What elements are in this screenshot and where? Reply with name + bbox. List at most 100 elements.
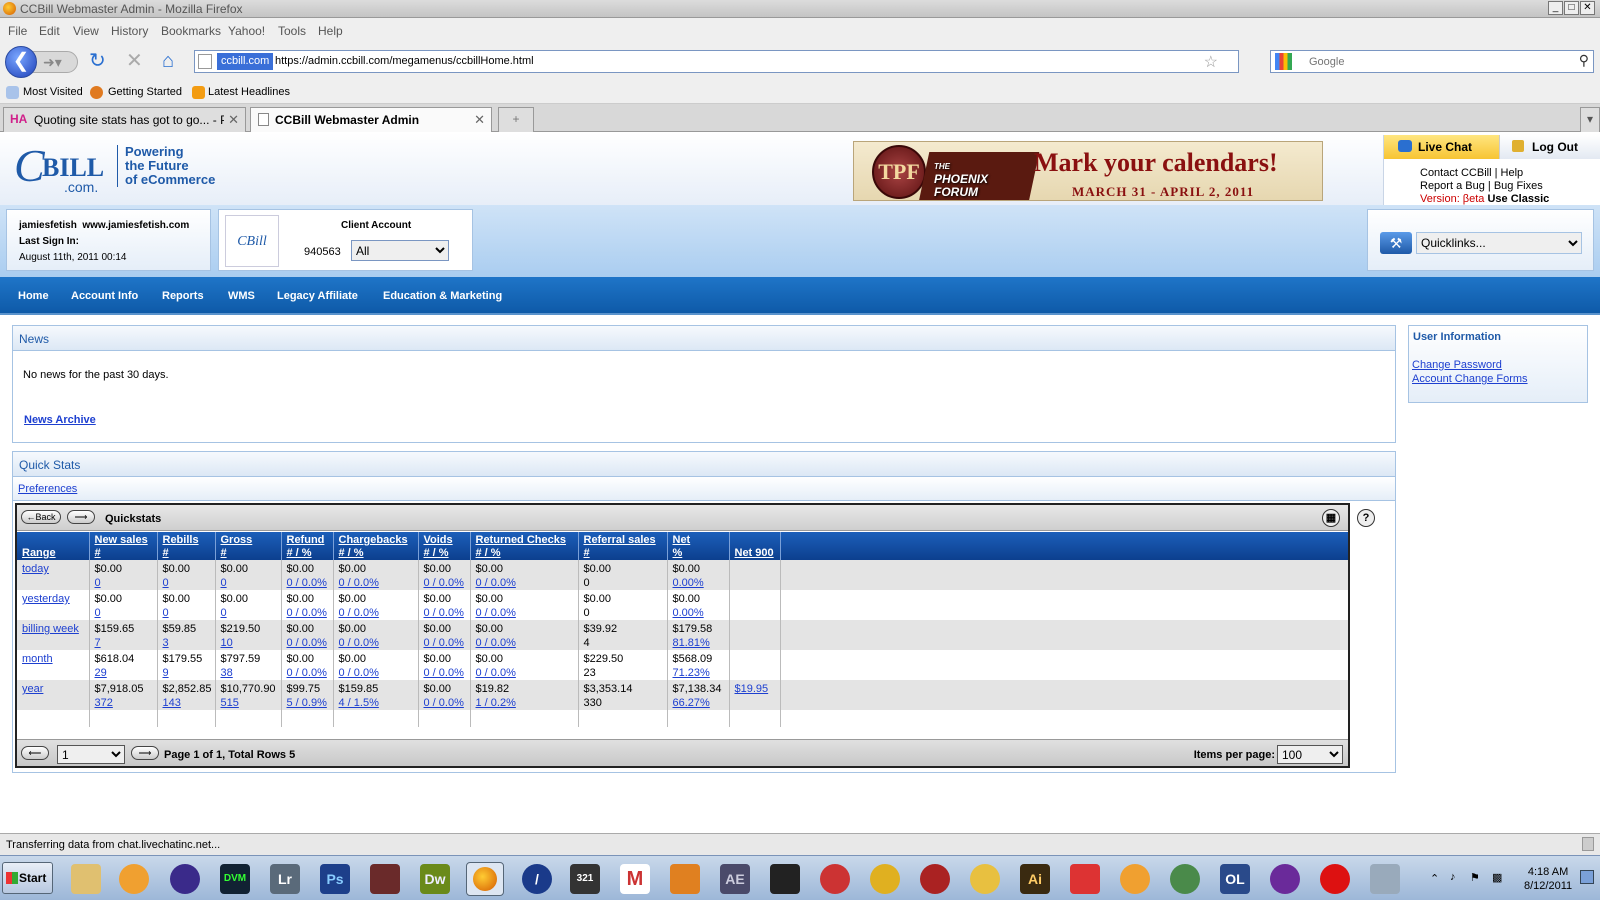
column-header-bottom[interactable]: # / % xyxy=(287,547,312,559)
log-out-button[interactable]: Log Out xyxy=(1499,135,1600,159)
stat-count[interactable]: 0 / 0.0% xyxy=(339,636,414,650)
stat-count[interactable]: 38 xyxy=(221,666,277,680)
stat-count[interactable]: 0 / 0.0% xyxy=(339,606,414,620)
stat-count[interactable]: 0 / 0.0% xyxy=(424,636,466,650)
column-header[interactable]: Net 900 xyxy=(729,532,781,560)
minimize-button[interactable]: _ xyxy=(1548,1,1563,15)
subaccount-select[interactable]: All xyxy=(351,240,449,261)
column-header[interactable]: Range xyxy=(17,532,90,560)
tab-list-button[interactable]: ▾ xyxy=(1580,107,1600,132)
column-header[interactable]: Refund # / % xyxy=(281,532,334,560)
stat-count[interactable]: 4 / 1.5% xyxy=(339,696,414,710)
range-link[interactable]: year xyxy=(22,683,43,695)
url-text[interactable]: https://admin.ccbill.com/megamenus/ccbil… xyxy=(275,55,534,67)
column-header[interactable]: Returned Checks # / % xyxy=(470,532,579,560)
close-tab-icon[interactable]: ✕ xyxy=(474,112,485,128)
nav-legacy-affiliate[interactable]: Legacy Affiliate xyxy=(277,290,358,302)
stat-count[interactable]: 0 / 0.0% xyxy=(287,576,329,590)
news-archive-link[interactable]: News Archive xyxy=(24,414,96,426)
bug-fixes-link[interactable]: Bug Fixes xyxy=(1494,180,1543,192)
stat-count[interactable]: 0 / 0.0% xyxy=(287,666,329,680)
column-header-bottom[interactable]: # xyxy=(221,547,227,559)
column-header-top[interactable]: Gross xyxy=(221,534,253,546)
tab-ccbill-admin[interactable]: CCBill Webmaster Admin ✕ xyxy=(250,107,492,132)
stat-count[interactable]: 10 xyxy=(221,636,277,650)
column-header-top[interactable]: New sales xyxy=(95,534,148,546)
explorer-icon[interactable] xyxy=(71,864,101,894)
after-effects-icon[interactable]: AE xyxy=(720,864,750,894)
prev-page-icon[interactable]: ⟵ xyxy=(21,746,49,760)
quicklinks-select[interactable]: Quicklinks... xyxy=(1416,232,1582,254)
stat-count[interactable]: 0 / 0.0% xyxy=(287,606,329,620)
stat-count[interactable]: 143 xyxy=(163,696,211,710)
tab-quoting-site-stats[interactable]: HA Quoting site stats has got to go... -… xyxy=(3,107,246,132)
pen-app-icon[interactable] xyxy=(1070,864,1100,894)
stat-count[interactable]: 66.27% xyxy=(673,696,725,710)
column-header-bottom[interactable]: Range xyxy=(22,547,56,559)
column-header-top[interactable]: Rebills xyxy=(163,534,199,546)
reload-icon[interactable]: ↻ xyxy=(89,51,106,71)
stat-count[interactable]: 0 / 0.0% xyxy=(476,576,574,590)
close-tab-icon[interactable]: ✕ xyxy=(228,112,239,128)
phoenix-forum-banner[interactable]: TPF THE PHOENIX FORUM Mark your calendar… xyxy=(853,141,1323,201)
start-button[interactable]: Start xyxy=(2,862,53,894)
network-icon[interactable]: ▩ xyxy=(1492,871,1502,884)
stat-count[interactable]: 0 / 0.0% xyxy=(287,636,329,650)
column-header-top[interactable]: Refund xyxy=(287,534,325,546)
search-icon[interactable]: ⚲ xyxy=(1579,52,1589,69)
swirl-app-icon[interactable] xyxy=(170,864,200,894)
stat-count[interactable]: 0 / 0.0% xyxy=(424,606,466,620)
menu-history[interactable]: History xyxy=(111,24,148,38)
column-header-top[interactable]: Referral sales xyxy=(584,534,656,546)
back-button[interactable]: ❮ xyxy=(5,46,37,78)
stat-count[interactable]: 0 / 0.0% xyxy=(424,696,466,710)
nav-account-info[interactable]: Account Info xyxy=(71,290,138,302)
stat-count[interactable]: 1 / 0.2% xyxy=(476,696,574,710)
menu-edit[interactable]: Edit xyxy=(39,24,60,38)
range-link[interactable]: month xyxy=(22,653,53,665)
report-bug-link[interactable]: Report a Bug xyxy=(1420,180,1485,192)
opera-icon[interactable] xyxy=(1320,864,1350,894)
gmail-icon[interactable]: M xyxy=(620,864,650,894)
help-link[interactable]: Help xyxy=(1501,167,1524,179)
nav-reports[interactable]: Reports xyxy=(162,290,204,302)
column-header[interactable]: Net% xyxy=(667,532,730,560)
preferences-link[interactable]: Preferences xyxy=(18,483,77,495)
stat-count[interactable]: 0 / 0.0% xyxy=(424,576,466,590)
range-link[interactable]: yesterday xyxy=(22,593,70,605)
nav-wms[interactable]: WMS xyxy=(228,290,255,302)
photoshop-icon[interactable]: Ps xyxy=(320,864,350,894)
column-header[interactable]: New sales # xyxy=(89,532,158,560)
outlook-icon[interactable]: OL xyxy=(1220,864,1250,894)
page-select[interactable]: 1 xyxy=(57,745,125,764)
column-header-bottom[interactable]: # xyxy=(163,547,169,559)
live-chat-button[interactable]: Live Chat xyxy=(1384,135,1499,159)
stop-icon[interactable]: ✕ xyxy=(126,51,143,71)
stat-count[interactable]: 515 xyxy=(221,696,277,710)
column-header-top[interactable]: Voids xyxy=(424,534,453,546)
google-icon[interactable] xyxy=(1275,53,1292,70)
column-header[interactable]: Chargebacks # / % xyxy=(333,532,419,560)
bookmark-most-visited[interactable]: Most Visited xyxy=(23,86,83,98)
firefox-taskbar-icon[interactable] xyxy=(466,862,504,896)
stat-count[interactable]: 0 xyxy=(95,576,153,590)
grid-icon[interactable]: ▦ xyxy=(1322,509,1340,527)
dreamweaver-icon[interactable]: Dw xyxy=(420,864,450,894)
contact-ccbill-link[interactable]: Contact CCBill xyxy=(1420,167,1492,179)
stat-count[interactable]: 0.00% xyxy=(673,606,725,620)
stat-count[interactable]: 0 xyxy=(163,606,211,620)
column-header-bottom[interactable]: % xyxy=(673,547,683,559)
media-player-icon[interactable] xyxy=(119,864,149,894)
dvm-icon[interactable]: DVM xyxy=(220,864,250,894)
app-slash-icon[interactable]: / xyxy=(522,864,552,894)
microphone-icon[interactable] xyxy=(920,864,950,894)
search-box[interactable]: ⚲ xyxy=(1270,50,1594,73)
stat-count[interactable]: 3 xyxy=(163,636,211,650)
column-header-bottom[interactable]: # xyxy=(95,547,101,559)
account-change-forms-link[interactable]: Account Change Forms xyxy=(1412,373,1528,385)
column-header-bottom[interactable]: # / % xyxy=(476,547,501,559)
help-icon[interactable]: ? xyxy=(1357,509,1375,527)
lightroom-icon[interactable]: Lr xyxy=(270,864,300,894)
tray-arrow-icon[interactable]: ⌃ xyxy=(1430,872,1439,885)
stat-count[interactable]: 0 xyxy=(163,576,211,590)
